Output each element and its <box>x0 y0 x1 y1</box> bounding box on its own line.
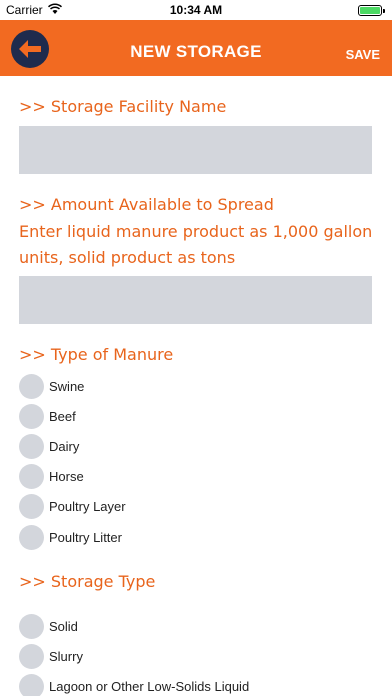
radio-button[interactable] <box>19 525 44 550</box>
status-time: 10:34 AM <box>169 3 223 17</box>
storage-option-lagoon[interactable]: Lagoon or Other Low-Solids Liquid <box>19 674 372 696</box>
battery-icon <box>358 5 385 16</box>
storage-facility-name-label: >> Storage Facility Name <box>19 97 227 116</box>
option-label: Horse <box>49 469 84 484</box>
manure-option-dairy[interactable]: Dairy <box>19 434 372 460</box>
option-label: Beef <box>49 409 76 424</box>
option-label: Solid <box>49 619 78 634</box>
page-title: NEW STORAGE <box>130 42 262 61</box>
status-bar: Carrier 10:34 AM <box>0 0 392 20</box>
radio-button[interactable] <box>19 434 44 459</box>
option-label: Poultry Layer <box>49 499 126 514</box>
option-label: Slurry <box>49 649 83 664</box>
manure-option-horse[interactable]: Horse <box>19 464 372 490</box>
radio-button[interactable] <box>19 674 44 696</box>
option-label: Dairy <box>49 439 80 454</box>
radio-button[interactable] <box>19 374 44 399</box>
manure-option-swine[interactable]: Swine <box>19 374 372 400</box>
amount-hint-line-1: Enter liquid manure product as 1,000 gal… <box>19 222 373 241</box>
radio-button[interactable] <box>19 464 44 489</box>
storage-option-slurry[interactable]: Slurry <box>19 644 372 670</box>
manure-option-poultry-layer[interactable]: Poultry Layer <box>19 494 372 520</box>
manure-option-beef[interactable]: Beef <box>19 404 372 430</box>
save-button[interactable]: SAVE <box>346 47 380 62</box>
manure-option-poultry-litter[interactable]: Poultry Litter <box>19 525 372 551</box>
option-label: Lagoon or Other Low-Solids Liquid <box>49 679 250 694</box>
amount-hint-line-2: units, solid product as tons <box>19 248 236 267</box>
storage-type-label: >> Storage Type <box>19 572 156 591</box>
option-label: Swine <box>49 379 85 394</box>
type-of-manure-label: >> Type of Manure <box>19 345 174 364</box>
radio-button[interactable] <box>19 614 44 639</box>
radio-button[interactable] <box>19 494 44 519</box>
amount-available-field[interactable] <box>19 276 372 324</box>
option-label: Poultry Litter <box>49 530 122 545</box>
amount-available-label: >> Amount Available to Spread <box>19 195 274 214</box>
radio-button[interactable] <box>19 644 44 669</box>
storage-option-solid[interactable]: Solid <box>19 614 372 640</box>
navigation-bar: NEW STORAGE SAVE <box>0 20 392 76</box>
storage-facility-name-field[interactable] <box>19 126 372 174</box>
radio-button[interactable] <box>19 404 44 429</box>
